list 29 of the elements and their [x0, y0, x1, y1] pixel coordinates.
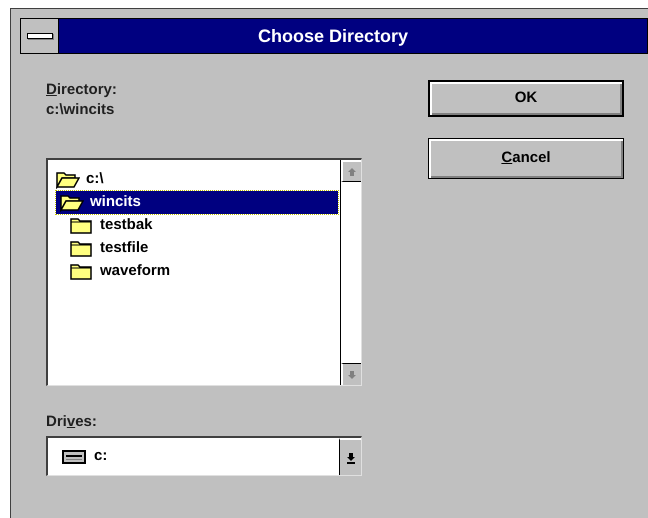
folder-item[interactable]: wincits — [56, 191, 338, 214]
folder-item[interactable]: c:\ — [56, 168, 338, 191]
down-arrow-icon — [346, 452, 356, 464]
directory-label: Directory: — [46, 80, 117, 100]
up-arrow-icon — [347, 166, 357, 176]
folder-icon — [70, 262, 94, 281]
dropdown-button[interactable] — [339, 438, 361, 475]
drives-dropdown[interactable]: c: — [46, 436, 362, 476]
drive-value: c: — [94, 446, 108, 466]
window-title: Choose Directory — [258, 24, 408, 48]
vertical-scrollbar[interactable] — [340, 160, 361, 385]
ok-button[interactable]: OK — [428, 80, 624, 117]
drives-label: Drives: — [46, 412, 97, 432]
directory-list[interactable]: c:\ wincits testbak testfile waveform — [46, 158, 362, 386]
dash-icon — [26, 33, 52, 39]
open-folder-icon — [56, 170, 80, 189]
directory-path: c:\wincits — [46, 100, 114, 120]
drive-icon — [62, 450, 86, 464]
scroll-up-button[interactable] — [341, 160, 361, 182]
down-arrow-icon — [347, 370, 357, 380]
folder-item[interactable]: waveform — [56, 260, 338, 283]
folder-item[interactable]: testfile — [56, 237, 338, 260]
folder-icon — [70, 239, 94, 258]
folder-icon — [70, 216, 94, 235]
scroll-down-button[interactable] — [341, 363, 361, 385]
open-folder-icon — [60, 193, 84, 212]
cancel-button[interactable]: Cancel — [428, 138, 624, 179]
folder-item[interactable]: testbak — [56, 214, 338, 237]
system-menu-button[interactable] — [21, 19, 59, 53]
